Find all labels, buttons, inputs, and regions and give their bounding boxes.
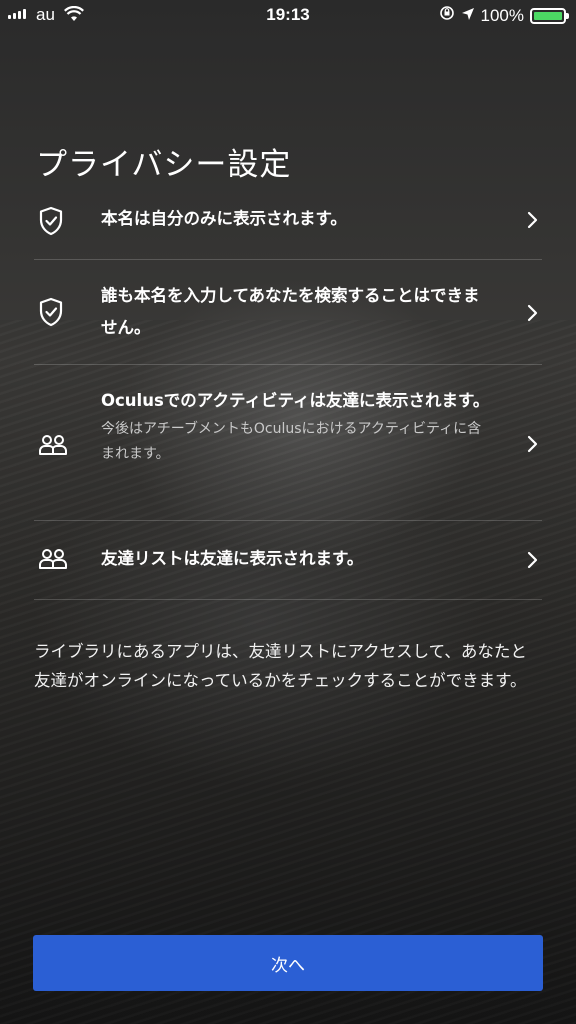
setting-description: 今後はアチーブメントもOculusにおけるアクティビティに含まれます。: [101, 421, 482, 462]
setting-title: 本名は自分のみに表示されます。: [101, 209, 347, 228]
friends-list-app-access-note: ライブラリにあるアプリは、友達リストにアクセスして、あなたと友達がオンラインにな…: [34, 641, 527, 690]
setting-title: 友達リストは友達に表示されます。: [101, 549, 364, 568]
chevron-right-icon: [526, 551, 538, 573]
status-bar: au 19:13 100%: [0, 0, 576, 30]
setting-real-name-visibility[interactable]: 本名は自分のみに表示されます。: [34, 180, 542, 260]
location-arrow-icon: [461, 6, 475, 26]
chevron-right-icon: [526, 211, 538, 233]
chevron-right-icon: [526, 435, 538, 457]
setting-activity-visibility[interactable]: Oculusでのアクティビティは友達に表示されます。 今後はアチーブメントもOc…: [34, 365, 542, 521]
battery-icon: [530, 7, 569, 24]
setting-real-name-search[interactable]: 誰も本名を入力してあなたを検索することはできません。: [34, 260, 542, 365]
chevron-right-icon: [526, 304, 538, 326]
battery-percentage: 100%: [480, 5, 524, 25]
shield-check-icon: [38, 297, 64, 331]
setting-title: 誰も本名を入力してあなたを検索することはできません。: [101, 286, 480, 337]
setting-title: Oculusでのアクティビティは友達に表示されます。: [101, 391, 490, 410]
next-button[interactable]: 次へ: [33, 935, 543, 991]
page-title: プライバシー設定: [36, 146, 292, 183]
privacy-settings-list: 本名は自分のみに表示されます。 誰も本名を入力してあなたを検索することはできませ…: [34, 180, 542, 600]
people-icon: [38, 433, 68, 461]
shield-check-icon: [38, 206, 64, 240]
setting-friends-list-visibility[interactable]: 友達リストは友達に表示されます。: [34, 521, 542, 600]
people-icon: [38, 547, 68, 575]
orientation-lock-icon: [439, 5, 455, 26]
